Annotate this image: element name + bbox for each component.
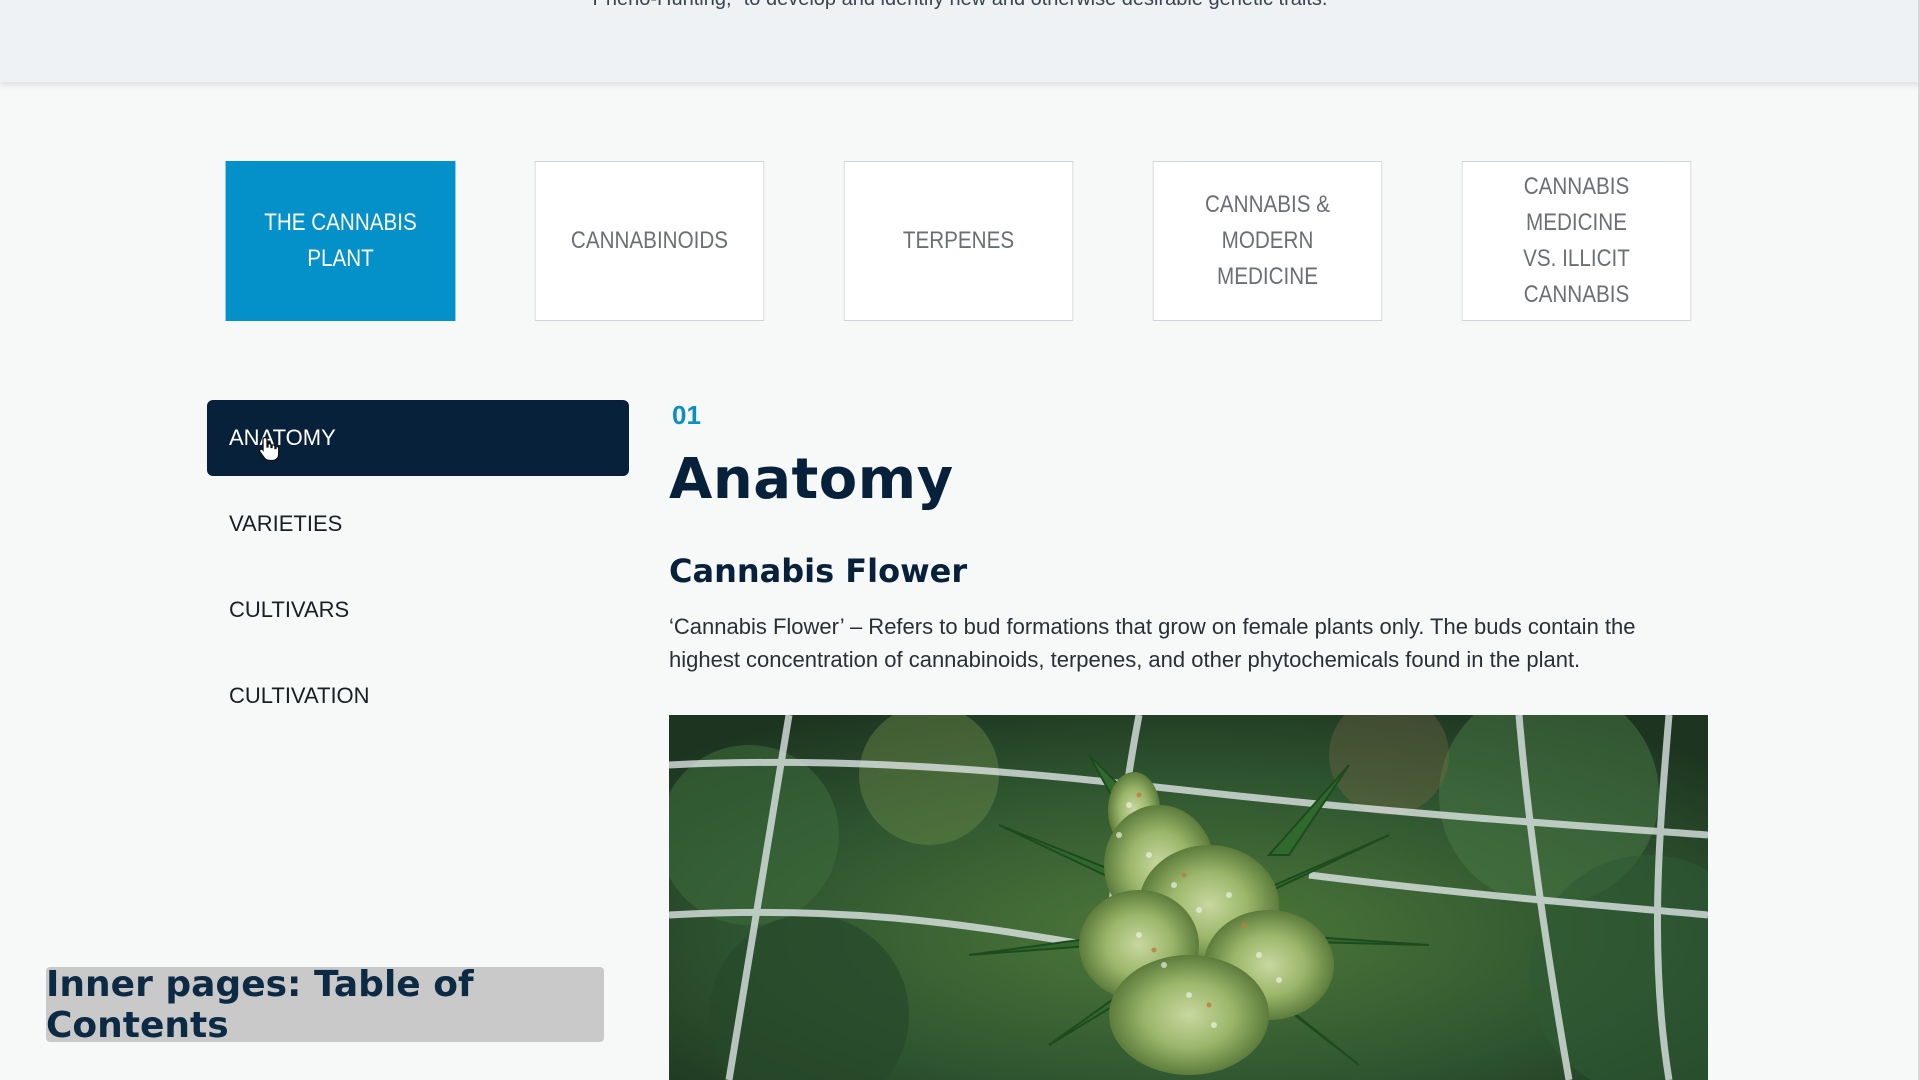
caption-overlay: Inner pages: Table of Contents (46, 964, 604, 1046)
topic-tabs: THE CANNABIS PLANT CANNABINOIDS TERPENES… (207, 161, 1710, 321)
toc-item-varieties[interactable]: VARIETIES (207, 486, 629, 562)
hand-pointer-icon (258, 436, 280, 462)
subsection-title: Cannabis Flower (669, 552, 968, 590)
toc-label: VARIETIES (229, 511, 343, 536)
tab-label: THE CANNABIS PLANT (264, 209, 417, 272)
tab-label: CANNABIS & MODERN MEDICINE (1204, 191, 1331, 290)
tab-label: TERPENES (902, 227, 1015, 254)
content-area: 01 Anatomy Cannabis Flower ‘Cannabis Flo… (669, 400, 1709, 676)
section-number: 01 (672, 400, 701, 430)
toc-label: ANATOMY (229, 425, 336, 450)
intro-band: Pheno-Hunting,” to develop and identify … (0, 0, 1920, 82)
tab-label: CANNABINOIDS (570, 227, 729, 254)
tab-medicine-vs-illicit[interactable]: CANNABIS MEDICINE VS. ILLICIT CANNABIS (1461, 161, 1692, 321)
toc-label: CULTIVARS (229, 597, 350, 622)
tab-cannabis-modern-medicine[interactable]: CANNABIS & MODERN MEDICINE (1152, 161, 1383, 321)
tab-terpenes[interactable]: TERPENES (843, 161, 1074, 321)
cannabis-flower-photo (669, 715, 1708, 1080)
cannabis-flower-image (669, 715, 1708, 1080)
body-paragraph: ‘Cannabis Flower’ – Refers to bud format… (669, 614, 1636, 672)
section-title: Anatomy (669, 447, 954, 512)
intro-text: Pheno-Hunting,” to develop and identify … (0, 0, 1920, 11)
tab-cannabinoids[interactable]: CANNABINOIDS (534, 161, 765, 321)
tab-the-cannabis-plant[interactable]: THE CANNABIS PLANT (225, 161, 456, 321)
tab-label: CANNABIS MEDICINE VS. ILLICIT CANNABIS (1523, 173, 1630, 308)
toc-label: CULTIVATION (229, 683, 370, 708)
toc-item-cultivation[interactable]: CULTIVATION (207, 658, 629, 734)
toc-item-cultivars[interactable]: CULTIVARS (207, 572, 629, 648)
